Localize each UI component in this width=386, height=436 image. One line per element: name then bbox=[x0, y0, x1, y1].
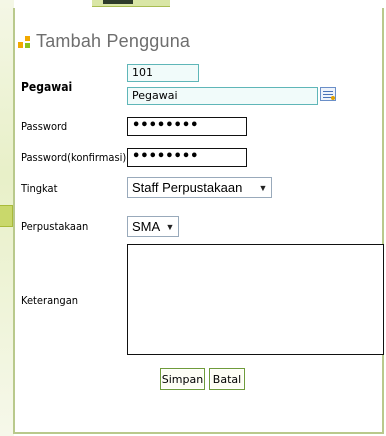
password-label: Password bbox=[21, 120, 68, 133]
pegawai-id-field[interactable]: 101 bbox=[127, 64, 199, 82]
password-field[interactable]: •••••••• bbox=[127, 117, 247, 136]
background-header-mark bbox=[103, 0, 133, 4]
perpustakaan-label: Perpustakaan bbox=[21, 220, 89, 233]
save-button[interactable]: Simpan bbox=[160, 368, 205, 390]
dialog-title: Tambah Pengguna bbox=[36, 30, 191, 51]
password-confirm-field[interactable]: •••••••• bbox=[127, 148, 247, 167]
lookup-list-icon[interactable] bbox=[320, 87, 336, 101]
tingkat-label: Tingkat bbox=[21, 182, 58, 195]
dialog-header: Tambah Pengguna bbox=[18, 28, 190, 54]
keterangan-textarea[interactable] bbox=[127, 244, 384, 355]
background-tab bbox=[0, 205, 13, 227]
chevron-down-icon: ▼ bbox=[258, 182, 268, 193]
windows-squares-icon bbox=[18, 34, 32, 48]
pegawai-name-field[interactable]: Pegawai bbox=[127, 87, 318, 105]
chevron-down-icon: ▼ bbox=[165, 221, 175, 232]
pegawai-label: Pegawai bbox=[21, 80, 73, 94]
tingkat-select[interactable]: Staff Perpustakaan ▼ bbox=[127, 177, 272, 198]
keterangan-label: Keterangan bbox=[21, 294, 79, 307]
perpustakaan-select[interactable]: SMA ▼ bbox=[127, 216, 179, 237]
password-confirm-label: Password(konfirmasi) bbox=[21, 151, 127, 164]
perpustakaan-selected-value: SMA bbox=[132, 219, 161, 234]
cancel-button[interactable]: Batal bbox=[209, 368, 245, 390]
tingkat-selected-value: Staff Perpustakaan bbox=[132, 180, 243, 195]
